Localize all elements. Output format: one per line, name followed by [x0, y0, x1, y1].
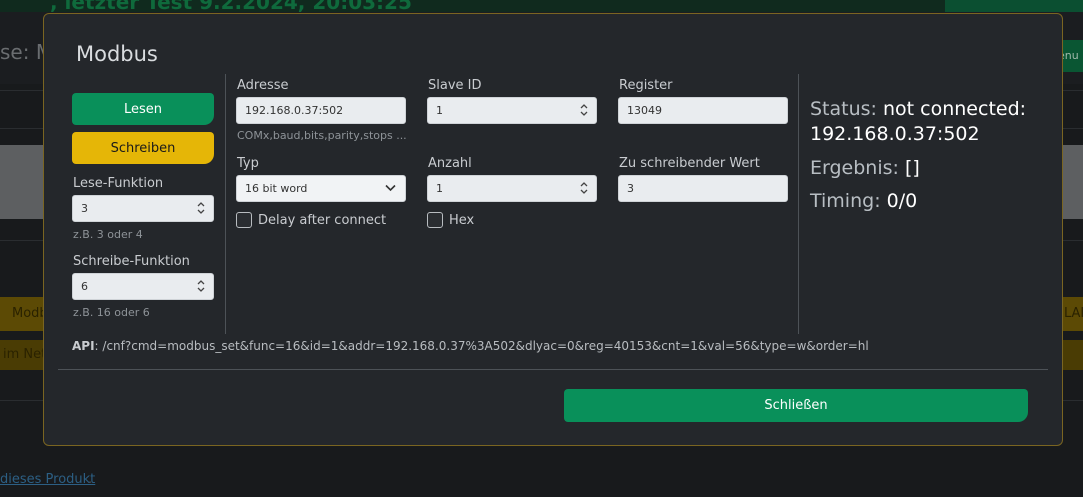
type-value: 16 bit word [245, 182, 308, 195]
delay-after-connect-checkbox[interactable]: Delay after connect [236, 212, 386, 228]
timing-key: Timing: [810, 190, 881, 212]
background-yellow-right-text: LAI [1064, 306, 1083, 321]
spinner-icon[interactable] [197, 279, 205, 293]
address-hint: COMx,baud,bits,parity,stops ... [237, 129, 407, 142]
background-header: , letzter Test 9.2.2024, 20:03:25 [0, 0, 1083, 14]
spinner-icon[interactable] [580, 103, 588, 117]
result-value: [] [904, 157, 920, 179]
read-function-label: Lese-Funktion [73, 176, 164, 191]
register-value: 13049 [627, 104, 662, 117]
background-product-link: dieses Produkt [0, 472, 96, 487]
type-label: Typ [237, 156, 259, 171]
column-divider-left [225, 74, 226, 334]
dialog-title: Modbus [76, 42, 158, 66]
hex-checkbox[interactable]: Hex [427, 212, 474, 228]
write-button[interactable]: Schreiben [72, 132, 214, 164]
footer-divider [58, 369, 1048, 370]
close-button[interactable]: Schließen [564, 389, 1028, 422]
write-function-hint: z.B. 16 oder 6 [73, 306, 150, 319]
slave-id-input[interactable]: 1 [427, 97, 597, 124]
delay-after-connect-label: Delay after connect [258, 212, 387, 228]
read-function-input[interactable]: 3 [72, 195, 214, 222]
timing-line: Timing: 0/0 [810, 190, 917, 212]
api-url: API: /cnf?cmd=modbus_set&func=16&id=1&ad… [72, 339, 869, 353]
chevron-down-icon [385, 184, 396, 192]
count-value: 1 [436, 182, 443, 195]
read-function-hint: z.B. 3 oder 4 [73, 228, 143, 241]
register-input[interactable]: 13049 [618, 97, 788, 124]
status-line: Status: not connected: [810, 98, 1026, 120]
address-label: Adresse [237, 78, 289, 93]
modbus-dialog: Modbus Lesen Schreiben Lese-Funktion 3 z… [43, 13, 1063, 446]
write-function-input[interactable]: 6 [72, 273, 214, 300]
write-value-label: Zu schreibender Wert [619, 156, 760, 171]
background-link-suffix: . [88, 472, 93, 487]
result-key: Ergebnis: [810, 157, 899, 179]
write-function-value: 6 [81, 280, 88, 293]
background-green-block [945, 0, 1083, 12]
address-input[interactable]: 192.168.0.37:502 [236, 97, 406, 124]
write-value-input[interactable]: 3 [618, 175, 788, 202]
background-yellow2-text: im Net [3, 347, 47, 362]
result-line: Ergebnis: [] [810, 157, 920, 179]
status-key: Status: [810, 98, 877, 120]
type-select[interactable]: 16 bit word [236, 175, 406, 202]
address-value: 192.168.0.37:502 [245, 104, 344, 117]
api-label: API [72, 339, 95, 353]
read-function-value: 3 [81, 202, 88, 215]
slave-id-value: 1 [436, 104, 443, 117]
spinner-icon[interactable] [197, 201, 205, 215]
count-input[interactable]: 1 [427, 175, 597, 202]
hex-label: Hex [449, 212, 475, 228]
count-label: Anzahl [428, 156, 472, 171]
read-button[interactable]: Lesen [72, 93, 214, 125]
checkbox-box[interactable] [427, 212, 443, 228]
status-address: 192.168.0.37:502 [810, 123, 980, 145]
register-label: Register [619, 78, 673, 93]
status-value: not connected: [883, 98, 1027, 120]
slave-id-label: Slave ID [428, 78, 482, 93]
timing-value: 0/0 [886, 190, 918, 212]
api-value: /cnf?cmd=modbus_set&func=16&id=1&addr=19… [98, 339, 869, 353]
spinner-icon[interactable] [580, 181, 588, 195]
write-function-label: Schreibe-Funktion [73, 254, 190, 269]
checkbox-box[interactable] [236, 212, 252, 228]
write-value-value: 3 [627, 182, 634, 195]
column-divider-right [798, 74, 799, 334]
